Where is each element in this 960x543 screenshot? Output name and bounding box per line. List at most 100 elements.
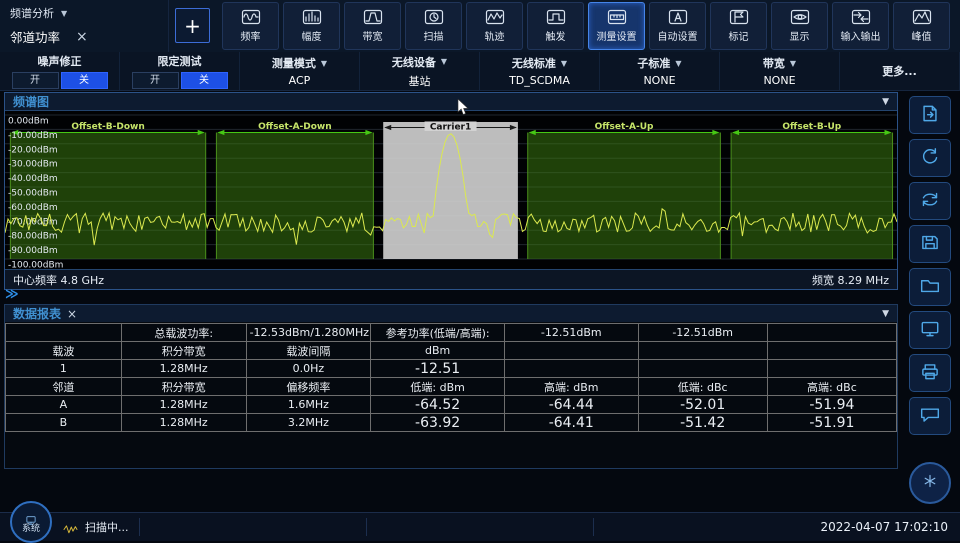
sync-button[interactable] xyxy=(909,182,951,220)
adjacent-data-row-a: A 1.28MHz 1.6MHz -64.52 -64.44 -52.01 -5… xyxy=(6,396,897,414)
redo-button[interactable] xyxy=(909,139,951,177)
toolbar-button-io[interactable]: 输入输出 xyxy=(832,2,889,50)
close-report-icon[interactable]: × xyxy=(67,309,77,319)
setting-dropdown-无线设备[interactable]: 无线设备▼基站 xyxy=(360,52,480,90)
toolbar-button-label: 峰值 xyxy=(912,28,932,43)
toggle-option-关[interactable]: 关 xyxy=(181,72,228,89)
expand-icon[interactable]: ≫ xyxy=(5,289,19,301)
screenshot-icon xyxy=(918,319,942,342)
setting-label: 噪声修正 xyxy=(38,53,82,69)
dropdown-caret-icon: ▼ xyxy=(321,59,327,68)
spectrum-panel: 频谱图 ▼ Offset-B-DownOffset-A-DownCarrier1… xyxy=(4,92,898,290)
toggle-option-开[interactable]: 开 xyxy=(12,72,59,89)
right-sidebar xyxy=(900,90,960,512)
printer-button[interactable] xyxy=(909,354,951,392)
region-label: Offset-A-Down xyxy=(258,122,332,132)
mode-caret-icon[interactable]: ▼ xyxy=(61,9,67,18)
y-axis-label: -20.00dBm xyxy=(8,145,58,155)
adjacent-data-row-b: B 1.28MHz 3.2MHz -63.92 -64.41 -51.42 -5… xyxy=(6,414,897,432)
redo-icon xyxy=(918,147,942,170)
asterisk-button[interactable] xyxy=(909,462,951,504)
setting-toggle-噪声修正: 噪声修正开关 xyxy=(0,52,120,90)
total-power-label: 总载波功率: xyxy=(121,324,246,342)
collapse-report-icon[interactable]: ▼ xyxy=(882,309,889,319)
dropdown-caret-icon: ▼ xyxy=(790,59,796,68)
spectrum-plot[interactable]: Offset-B-DownOffset-A-DownCarrier1Offset… xyxy=(5,110,897,270)
bw-icon xyxy=(363,9,383,26)
autoset-icon xyxy=(668,9,688,26)
toolbar-button-amp[interactable]: 幅度 xyxy=(283,2,340,50)
folder-icon xyxy=(918,276,942,299)
toolbar-button-trigger[interactable]: 触发 xyxy=(527,2,584,50)
statusbar-separator xyxy=(593,518,810,536)
measurement-title: 邻道功率 xyxy=(10,27,60,46)
main-area: 频谱图 ▼ Offset-B-DownOffset-A-DownCarrier1… xyxy=(0,90,900,512)
screenshot-button[interactable] xyxy=(909,311,951,349)
dropdown-caret-icon: ▼ xyxy=(441,57,447,66)
y-axis-label: -80.00dBm xyxy=(8,232,58,242)
peak-icon xyxy=(912,9,932,26)
spectrum-panel-header: 频谱图 ▼ xyxy=(5,93,897,110)
y-axis-label: -100.00dBm xyxy=(8,261,63,270)
setting-dropdown-子标准[interactable]: 子标准▼NONE xyxy=(600,52,720,90)
setting-dropdown-带宽[interactable]: 带宽▼NONE xyxy=(720,52,840,90)
region-label: Carrier1 xyxy=(430,123,471,133)
add-measurement-button[interactable]: + xyxy=(175,8,210,43)
setting-dropdown-测量模式[interactable]: 测量模式▼ACP xyxy=(240,52,360,90)
region-label: Offset-A-Up xyxy=(595,122,654,132)
scan-status: 扫描中... xyxy=(85,519,129,535)
toolbar-button-label: 轨迹 xyxy=(485,28,505,43)
folder-button[interactable] xyxy=(909,268,951,306)
adjacent-header-row: 邻道 积分带宽 偏移频率 低端: dBm 高端: dBm 低端: dBc 高端:… xyxy=(6,378,897,396)
toggle-option-关[interactable]: 关 xyxy=(61,72,108,89)
carrier-header-row: 载波 积分带宽 载波间隔 dBm xyxy=(6,342,897,360)
setting-label: 测量模式▼ xyxy=(272,55,327,71)
ref-power-label: 参考功率(低端/高端): xyxy=(371,324,505,342)
save-button[interactable] xyxy=(909,225,951,263)
toolbar-button-label: 自动设置 xyxy=(658,28,698,43)
region-Offset-A-Down xyxy=(216,132,373,259)
toolbar-button-sweep[interactable]: 扫描 xyxy=(405,2,462,50)
y-axis-label: -10.00dBm xyxy=(8,131,58,141)
brand-logo-icon xyxy=(62,521,79,534)
toolbar-button-marker[interactable]: 标记 xyxy=(710,2,767,50)
recall-button[interactable] xyxy=(909,96,951,134)
toolbar-button-freq[interactable]: 频率 xyxy=(222,2,279,50)
setting-more-更多...[interactable]: 更多... xyxy=(840,52,960,90)
measurement-title-block[interactable]: 频谱分析 ▼ 邻道功率 × xyxy=(0,0,169,52)
toolbar-button-label: 标记 xyxy=(729,28,749,43)
freq-icon xyxy=(241,9,261,26)
setting-label: 限定测试 xyxy=(158,53,202,69)
y-axis-label: -60.00dBm xyxy=(8,203,58,213)
close-measurement-icon[interactable]: × xyxy=(76,32,88,42)
report-panel: 数据报表 × ▼ 总载波功率: -12.53dBm/1.280MHz 参考功率(… xyxy=(4,304,898,469)
toolbar-button-autoset[interactable]: 自动设置 xyxy=(649,2,706,50)
toolbar-button-display[interactable]: 显示 xyxy=(771,2,828,50)
sync-icon xyxy=(918,190,942,213)
meas-icon xyxy=(607,9,627,26)
region-Carrier1 xyxy=(383,122,518,259)
datetime: 2022-04-07 17:02:10 xyxy=(811,520,960,534)
toolbar-button-peak[interactable]: 峰值 xyxy=(893,2,950,50)
toggle-option-开[interactable]: 开 xyxy=(132,72,179,89)
toolbar-button-meas[interactable]: 测量设置 xyxy=(588,2,645,50)
toolbar-button-bw[interactable]: 带宽 xyxy=(344,2,401,50)
statusbar-separator xyxy=(366,518,583,536)
message-button[interactable] xyxy=(909,397,951,435)
report-panel-title: 数据报表 xyxy=(13,305,61,322)
setting-label: 无线设备▼ xyxy=(392,54,447,70)
setting-dropdown-无线标准[interactable]: 无线标准▼TD_SCDMA xyxy=(480,52,600,90)
trigger-icon xyxy=(546,9,566,26)
y-axis-label: -50.00dBm xyxy=(8,189,58,199)
toolbar-button-trace[interactable]: 轨迹 xyxy=(466,2,523,50)
system-button[interactable]: 系统 xyxy=(10,501,52,543)
y-axis-label: -90.00dBm xyxy=(8,246,58,256)
toolbar: 频率幅度带宽扫描轨迹 触发测量设置自动设置 标记 显示输入输出峰值 xyxy=(222,0,950,52)
setting-label: 带宽▼ xyxy=(763,55,796,71)
dropdown-caret-icon: ▼ xyxy=(561,59,567,68)
report-panel-header: 数据报表 × ▼ xyxy=(5,305,897,322)
region-Offset-B-Up xyxy=(731,132,892,259)
spectrum-footer: 中心频率 4.8 GHz 频宽 8.29 MHz xyxy=(5,270,897,289)
statusbar-separator xyxy=(139,518,356,536)
collapse-spectrum-icon[interactable]: ▼ xyxy=(882,97,889,107)
